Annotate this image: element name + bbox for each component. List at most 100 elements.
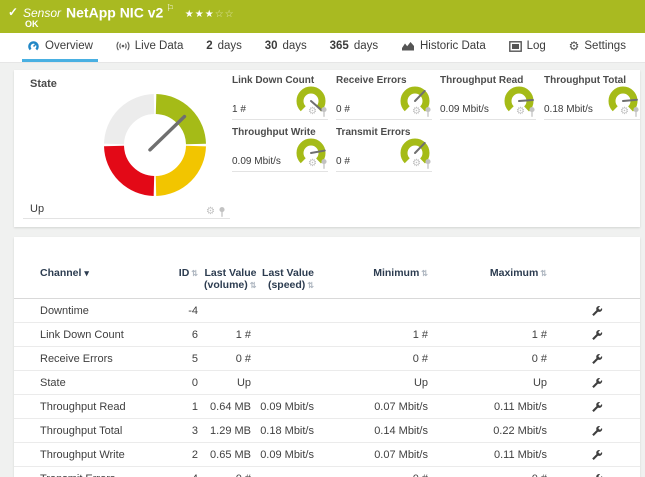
gear-icon[interactable]: ⚙ [308, 159, 317, 169]
wrench-icon[interactable] [591, 353, 603, 365]
column-header-last-value-volume[interactable]: Last Value (volume)⇅ [204, 237, 251, 299]
pin-icon[interactable] [424, 106, 432, 118]
cell-id: 6 [170, 323, 204, 347]
column-header-id[interactable]: ID⇅ [170, 237, 204, 299]
log-icon [509, 41, 522, 52]
channel-table: Channel▾ ID⇅ Last Value (volume)⇅ Last V… [14, 237, 640, 477]
tab-live-data[interactable]: Live Data [111, 33, 189, 62]
channel-gauge-value: 0 # [336, 156, 350, 167]
channel-gauge-value: 0.09 Mbit/s [440, 104, 489, 115]
sort-icon: ⇅ [421, 269, 428, 278]
divider [336, 171, 432, 172]
pin-icon[interactable] [528, 106, 536, 118]
gear-icon[interactable]: ⚙ [412, 159, 421, 169]
cell-id: 1 [170, 395, 204, 419]
wrench-icon[interactable] [591, 377, 603, 389]
channel-gauge-value: 0.18 Mbit/s [544, 104, 593, 115]
tab-log[interactable]: Log [504, 33, 551, 62]
priority-stars[interactable]: ★★★☆☆ [185, 9, 235, 20]
table-row[interactable]: Downtime -4 [14, 299, 640, 323]
wrench-icon[interactable] [591, 305, 603, 317]
pin-icon[interactable] [632, 106, 640, 118]
cell-id: -4 [170, 299, 204, 323]
cell-maximum: 0.22 Mbit/s [428, 419, 547, 443]
tab-settings[interactable]: ⚙ Settings [564, 33, 631, 62]
sensor-header: ✓ SensorNetApp NIC v2⚐ ★★★☆☆ OK [0, 0, 645, 34]
mini-gauge-panel[interactable]: Transmit Errors 0 # ⚙ [336, 126, 432, 172]
cell-minimum [316, 299, 428, 323]
cell-last-value-volume: 1.29 MB [204, 419, 251, 443]
state-gauge [100, 90, 210, 200]
stars-filled[interactable]: ★★★ [185, 9, 215, 20]
tab-label: Settings [584, 40, 626, 52]
wrench-icon[interactable] [591, 449, 603, 461]
pin-icon[interactable] [320, 158, 328, 170]
mini-gauge-panel[interactable]: Throughput Read 0.09 Mbit/s ⚙ [440, 74, 536, 120]
column-header-last-value-speed[interactable]: Last Value (speed)⇅ [251, 237, 316, 299]
tab-label: Log [527, 40, 546, 52]
panel-action-icons: ⚙ [412, 106, 432, 118]
tab-30-days[interactable]: 30 days [260, 33, 312, 62]
tab-2-days[interactable]: 2 days [201, 33, 247, 62]
panel-action-icons: ⚙ [308, 106, 328, 118]
state-gauge-value: Up [30, 203, 44, 215]
tab-overview[interactable]: Overview [22, 33, 98, 62]
column-header-minimum[interactable]: Minimum⇅ [316, 237, 428, 299]
column-header-tools [547, 237, 640, 299]
column-header-maximum[interactable]: Maximum⇅ [428, 237, 547, 299]
column-header-channel[interactable]: Channel▾ [14, 237, 170, 299]
table-row[interactable]: Link Down Count 6 1 # 1 # 1 # [14, 323, 640, 347]
wrench-icon[interactable] [591, 473, 603, 477]
table-row[interactable]: Throughput Write 2 0.65 MB 0.09 Mbit/s 0… [14, 443, 640, 467]
wrench-icon[interactable] [591, 329, 603, 341]
cell-channel: Link Down Count [14, 323, 170, 347]
tab-label: days [283, 40, 307, 52]
state-gauge-panel[interactable]: State Up ⚙ [23, 70, 230, 227]
overview-card: State Up ⚙ Link Down Count 1 # ⚙ [14, 70, 640, 227]
mini-gauge-panel[interactable]: Throughput Total 0.18 Mbit/s ⚙ [544, 74, 640, 120]
pin-icon[interactable] [424, 158, 432, 170]
wrench-icon[interactable] [591, 401, 603, 413]
tab-365-days[interactable]: 365 days [325, 33, 383, 62]
stars-empty[interactable]: ☆☆ [215, 9, 235, 20]
table-row[interactable]: State 0 Up Up Up [14, 371, 640, 395]
cell-last-value-speed [251, 347, 316, 371]
cell-maximum: 0 # [428, 467, 547, 477]
panel-action-icons: ⚙ [620, 106, 640, 118]
table-row[interactable]: Transmit Errors 4 0 # 0 # 0 # [14, 467, 640, 477]
cell-maximum: 0.11 Mbit/s [428, 395, 547, 419]
tab-bar: Overview Live Data 2 days 30 days 365 da… [0, 33, 645, 63]
sort-icon: ⇅ [191, 269, 198, 278]
divider [440, 119, 536, 120]
tab-label: days [218, 40, 242, 52]
tab-historic-data[interactable]: Historic Data [396, 33, 491, 62]
cell-last-value-speed: 0.09 Mbit/s [251, 395, 316, 419]
cell-minimum: 0.07 Mbit/s [316, 395, 428, 419]
tab-number: 30 [265, 40, 278, 52]
pin-icon[interactable] [218, 206, 226, 218]
table-row[interactable]: Throughput Read 1 0.64 MB 0.09 Mbit/s 0.… [14, 395, 640, 419]
cell-last-value-volume: 1 # [204, 323, 251, 347]
panel-action-icons: ⚙ [206, 206, 226, 218]
sort-icon: ⇅ [540, 269, 547, 278]
cell-channel: Transmit Errors [14, 467, 170, 477]
cell-last-value-speed [251, 371, 316, 395]
table-row[interactable]: Receive Errors 5 0 # 0 # 0 # [14, 347, 640, 371]
table-row[interactable]: Throughput Total 3 1.29 MB 0.18 Mbit/s 0… [14, 419, 640, 443]
sensor-title: NetApp NIC v2 [66, 4, 163, 20]
gear-icon[interactable]: ⚙ [516, 107, 525, 117]
gear-icon[interactable]: ⚙ [206, 207, 215, 217]
state-gauge-title: State [30, 78, 57, 90]
mini-gauge-panel[interactable]: Link Down Count 1 # ⚙ [232, 74, 328, 120]
gear-icon[interactable]: ⚙ [412, 107, 421, 117]
gear-icon[interactable]: ⚙ [308, 107, 317, 117]
cell-last-value-volume: 0 # [204, 467, 251, 477]
mini-gauge-panel[interactable]: Throughput Write 0.09 Mbit/s ⚙ [232, 126, 328, 172]
wrench-icon[interactable] [591, 425, 603, 437]
flag-icon[interactable]: ⚐ [166, 3, 174, 13]
mini-gauge-panel[interactable]: Receive Errors 0 # ⚙ [336, 74, 432, 120]
cell-maximum: 0.11 Mbit/s [428, 443, 547, 467]
pin-icon[interactable] [320, 106, 328, 118]
gear-icon[interactable]: ⚙ [620, 107, 629, 117]
cell-channel: Receive Errors [14, 347, 170, 371]
